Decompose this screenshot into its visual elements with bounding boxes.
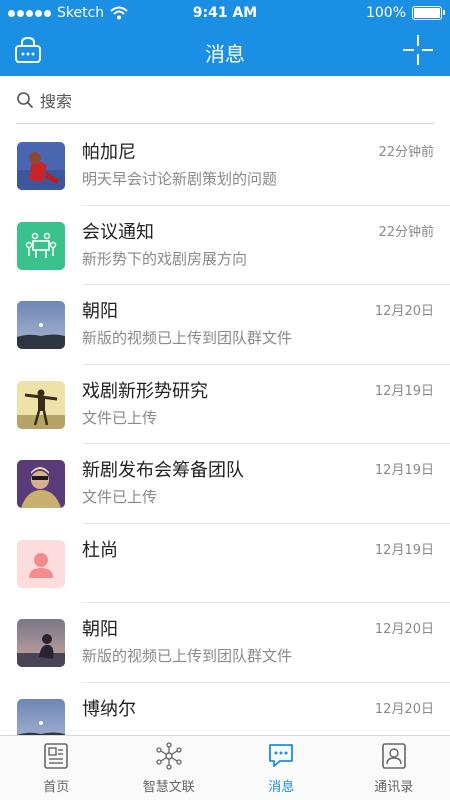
nav-bar: 消息 — [0, 26, 450, 76]
meeting-icon — [17, 221, 65, 270]
tab-home[interactable]: 首页 — [0, 736, 113, 800]
tab-bar: 首页 智慧文联 消息 通讯录 — [0, 735, 450, 800]
tab-label: 智慧文联 — [142, 780, 195, 795]
conversation-time: 12月19日 — [374, 383, 434, 399]
chat-icon — [269, 744, 294, 767]
search-input[interactable]: 搜索 — [40, 88, 72, 112]
conversation-item[interactable]: 杜尚 12月19日 — [0, 524, 450, 604]
tab-messages[interactable]: 消息 — [225, 736, 338, 800]
battery-label: 100% — [365, 5, 406, 21]
person-placeholder-icon — [17, 539, 65, 588]
conversation-item[interactable]: 朝阳 新版的视频已上传到团队群文件 12月20日 — [0, 285, 450, 365]
conversation-time: 12月20日 — [374, 622, 434, 637]
conversation-preview: 新形势下的戏剧房展方向 — [82, 249, 248, 268]
tab-label: 首页 — [43, 780, 70, 795]
conversation-name: 杜尚 — [82, 539, 118, 561]
home-icon — [44, 743, 69, 769]
page-title: 消息 — [205, 42, 245, 66]
conversation-time: 12月20日 — [374, 701, 434, 717]
conversation-time: 12月20日 — [374, 304, 434, 319]
contacts-icon — [381, 743, 406, 769]
conversation-item[interactable]: 戏剧新形势研究 文件已上传 12月19日 — [0, 365, 450, 445]
conversation-preview: 新版的视频已上传到团队群文件 — [82, 647, 293, 665]
tab-label: 消息 — [268, 780, 295, 795]
battery-icon — [412, 6, 445, 20]
conversation-preview: 明天早会讨论新剧策划的问题 — [82, 170, 278, 188]
conversation-name: 朝阳 — [82, 619, 118, 640]
conversation-name: 朝阳 — [82, 301, 118, 322]
tab-label: 通讯录 — [374, 780, 414, 795]
conversation-name: 博纳尔 — [82, 698, 136, 720]
avatar — [17, 142, 65, 190]
conversation-item[interactable]: 朝阳 新版的视频已上传到团队群文件 12月20日 — [0, 603, 450, 683]
conversation-item[interactable]: 新剧发布会筹备团队 文件已上传 12月19日 — [0, 444, 450, 524]
tab-contacts[interactable]: 通讯录 — [338, 736, 450, 800]
conversation-preview: 新版的视频已上传到团队群文件 — [82, 329, 293, 347]
conversation-time: 22分钟前 — [378, 145, 434, 160]
header: Sketch 9:41 AM 100% 消息 — [0, 0, 450, 76]
conversation-time: 12月19日 — [374, 463, 434, 478]
conversation-preview: 文件已上传 — [82, 408, 158, 427]
avatar — [17, 301, 65, 349]
avatar — [17, 619, 65, 667]
status-bar: Sketch 9:41 AM 100% — [0, 0, 450, 26]
conversation-time: 22分钟前 — [378, 224, 434, 240]
network-icon — [156, 742, 182, 770]
conversation-list: 帕加尼 明天早会讨论新剧策划的问题 22分钟前 会议通知 新形势下的戏剧房展方向… — [0, 126, 450, 762]
avatar — [17, 380, 65, 429]
search-bar[interactable]: 搜索 — [16, 76, 434, 124]
conversation-name: 会议通知 — [82, 221, 154, 243]
conversation-item[interactable]: 帕加尼 明天早会讨论新剧策划的问题 22分钟前 — [0, 126, 450, 206]
avatar — [17, 460, 65, 508]
search-icon — [17, 91, 34, 108]
conversation-name: 戏剧新形势研究 — [82, 380, 208, 402]
conversation-time: 12月19日 — [374, 542, 434, 558]
tab-smart-culture[interactable]: 智慧文联 — [113, 736, 226, 800]
conversation-preview: 文件已上传 — [82, 488, 158, 506]
conversation-name: 新剧发布会筹备团队 — [82, 460, 244, 481]
crosshair-icon[interactable] — [402, 34, 434, 66]
conversation-name: 帕加尼 — [82, 142, 136, 163]
conversation-item[interactable]: 会议通知 新形势下的戏剧房展方向 22分钟前 — [0, 206, 450, 286]
